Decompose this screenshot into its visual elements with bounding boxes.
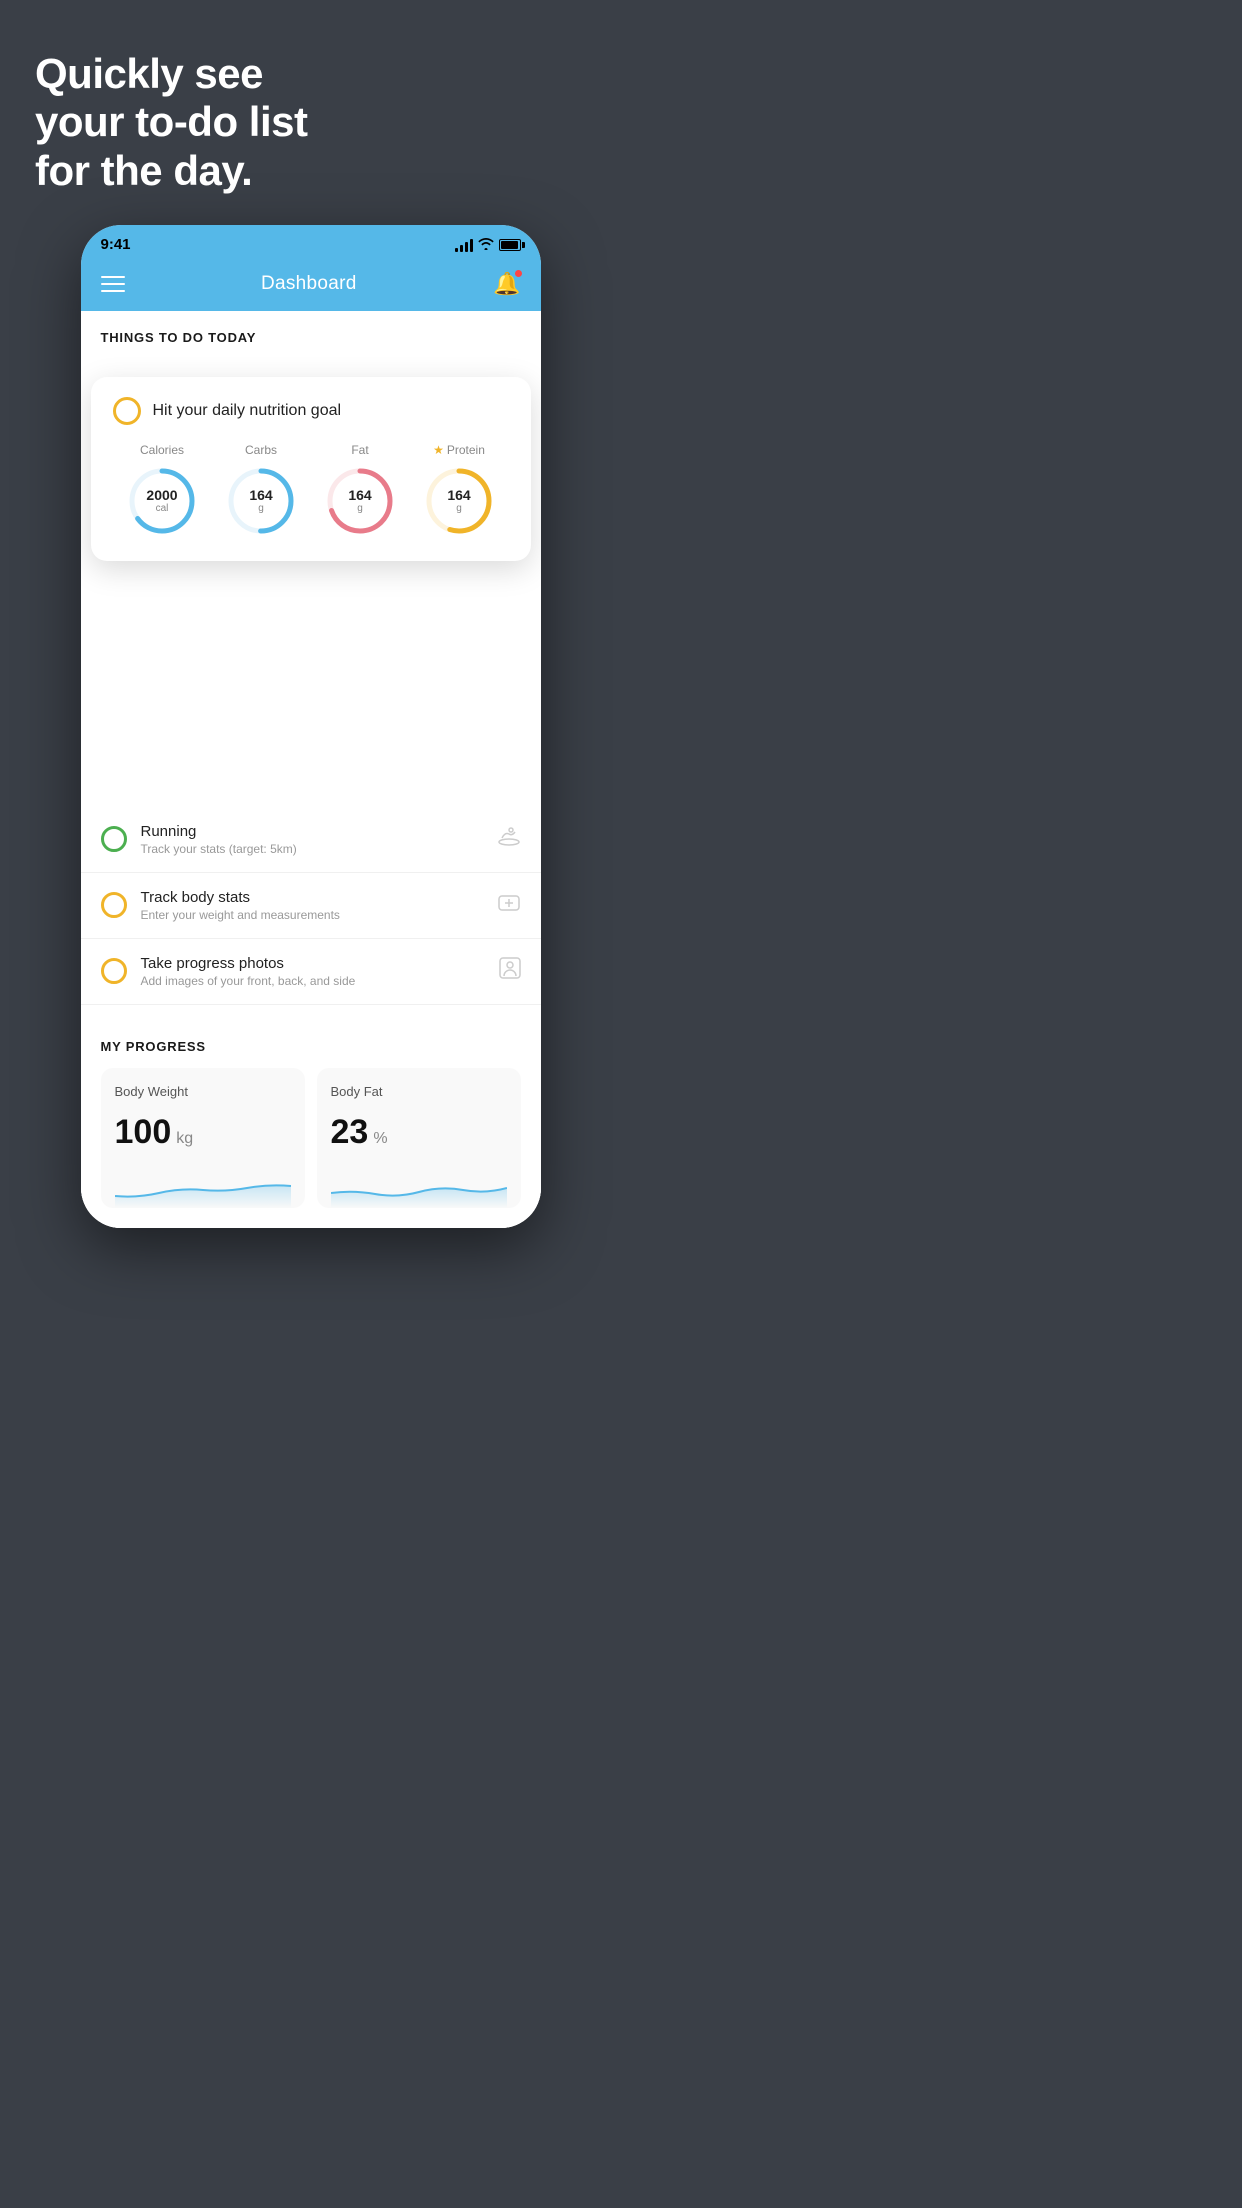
body-fat-label: Body Fat bbox=[331, 1084, 507, 1099]
fat-circle: 164 g bbox=[324, 465, 396, 537]
goal-circle-indicator bbox=[113, 397, 141, 425]
task-circle-running bbox=[101, 826, 127, 852]
hero-title: Quickly see your to-do list for the day. bbox=[35, 50, 591, 195]
calories-item: Calories 2000 cal bbox=[126, 443, 198, 537]
things-section-header: THINGS TO DO TODAY bbox=[81, 311, 541, 357]
notification-button[interactable]: 🔔 bbox=[493, 271, 520, 297]
carbs-value: 164 bbox=[249, 488, 272, 503]
battery-icon bbox=[499, 239, 521, 251]
task-info-body-stats: Track body stats Enter your weight and m… bbox=[141, 889, 483, 922]
task-sub-body-stats: Enter your weight and measurements bbox=[141, 908, 483, 922]
task-list: Running Track your stats (target: 5km) bbox=[81, 807, 541, 1005]
app-body: THINGS TO DO TODAY Hit your daily nutrit… bbox=[81, 311, 541, 1228]
body-fat-chart bbox=[331, 1168, 507, 1208]
scale-icon bbox=[497, 892, 521, 918]
phone-wrapper: 9:41 bbox=[0, 225, 621, 1268]
person-icon bbox=[499, 957, 521, 985]
progress-title: MY PROGRESS bbox=[101, 1039, 521, 1054]
task-name-body-stats: Track body stats bbox=[141, 889, 483, 906]
task-circle-body-stats bbox=[101, 892, 127, 918]
notification-dot bbox=[514, 269, 523, 278]
protein-item: ★ Protein 164 g bbox=[423, 443, 495, 537]
body-weight-card[interactable]: Body Weight 100 kg bbox=[101, 1068, 305, 1208]
task-info-photos: Take progress photos Add images of your … bbox=[141, 955, 485, 988]
nutrition-circles: Calories 2000 cal bbox=[113, 443, 509, 537]
calories-value: 2000 bbox=[146, 488, 177, 503]
carbs-circle: 164 g bbox=[225, 465, 297, 537]
progress-section: MY PROGRESS Body Weight 100 kg bbox=[81, 1015, 541, 1228]
task-name-running: Running bbox=[141, 823, 483, 840]
phone-frame: 9:41 bbox=[81, 225, 541, 1228]
status-time: 9:41 bbox=[101, 236, 131, 253]
body-weight-label: Body Weight bbox=[115, 1084, 291, 1099]
nutrition-card-title: Hit your daily nutrition goal bbox=[153, 402, 342, 420]
protein-value: 164 bbox=[447, 488, 470, 503]
task-sub-photos: Add images of your front, back, and side bbox=[141, 974, 485, 988]
status-bar: 9:41 bbox=[81, 225, 541, 261]
signal-icon bbox=[455, 238, 473, 252]
calories-unit: cal bbox=[146, 503, 177, 514]
body-fat-value-row: 23 % bbox=[331, 1113, 507, 1152]
things-title: THINGS TO DO TODAY bbox=[101, 330, 257, 345]
task-progress-photos[interactable]: Take progress photos Add images of your … bbox=[81, 939, 541, 1005]
carbs-item: Carbs 164 g bbox=[225, 443, 297, 537]
nutrition-card: Hit your daily nutrition goal Calories bbox=[91, 377, 531, 561]
fat-label: Fat bbox=[351, 443, 368, 457]
app-title: Dashboard bbox=[261, 273, 357, 295]
wifi-icon bbox=[478, 237, 494, 253]
fat-item: Fat 164 g bbox=[324, 443, 396, 537]
carbs-label: Carbs bbox=[245, 443, 277, 457]
nutrition-card-header: Hit your daily nutrition goal bbox=[113, 397, 509, 425]
body-fat-card[interactable]: Body Fat 23 % bbox=[317, 1068, 521, 1208]
task-info-running: Running Track your stats (target: 5km) bbox=[141, 823, 483, 856]
task-sub-running: Track your stats (target: 5km) bbox=[141, 842, 483, 856]
carbs-unit: g bbox=[249, 503, 272, 514]
body-weight-unit: kg bbox=[176, 1130, 193, 1148]
body-weight-chart bbox=[115, 1168, 291, 1208]
menu-button[interactable] bbox=[101, 276, 125, 292]
fat-value: 164 bbox=[348, 488, 371, 503]
body-fat-number: 23 bbox=[331, 1113, 369, 1152]
task-circle-photos bbox=[101, 958, 127, 984]
progress-cards: Body Weight 100 kg bbox=[101, 1068, 521, 1208]
fat-unit: g bbox=[348, 503, 371, 514]
body-fat-unit: % bbox=[373, 1130, 387, 1148]
body-weight-number: 100 bbox=[115, 1113, 172, 1152]
calories-label: Calories bbox=[140, 443, 184, 457]
status-icons bbox=[455, 237, 521, 253]
star-icon: ★ bbox=[433, 443, 444, 457]
protein-unit: g bbox=[447, 503, 470, 514]
hero-section: Quickly see your to-do list for the day. bbox=[0, 0, 621, 225]
task-running[interactable]: Running Track your stats (target: 5km) bbox=[81, 807, 541, 873]
protein-circle: 164 g bbox=[423, 465, 495, 537]
task-body-stats[interactable]: Track body stats Enter your weight and m… bbox=[81, 873, 541, 939]
protein-label: ★ Protein bbox=[433, 443, 485, 457]
calories-circle: 2000 cal bbox=[126, 465, 198, 537]
task-name-photos: Take progress photos bbox=[141, 955, 485, 972]
running-icon bbox=[497, 826, 521, 852]
app-header: Dashboard 🔔 bbox=[81, 261, 541, 311]
body-weight-value-row: 100 kg bbox=[115, 1113, 291, 1152]
